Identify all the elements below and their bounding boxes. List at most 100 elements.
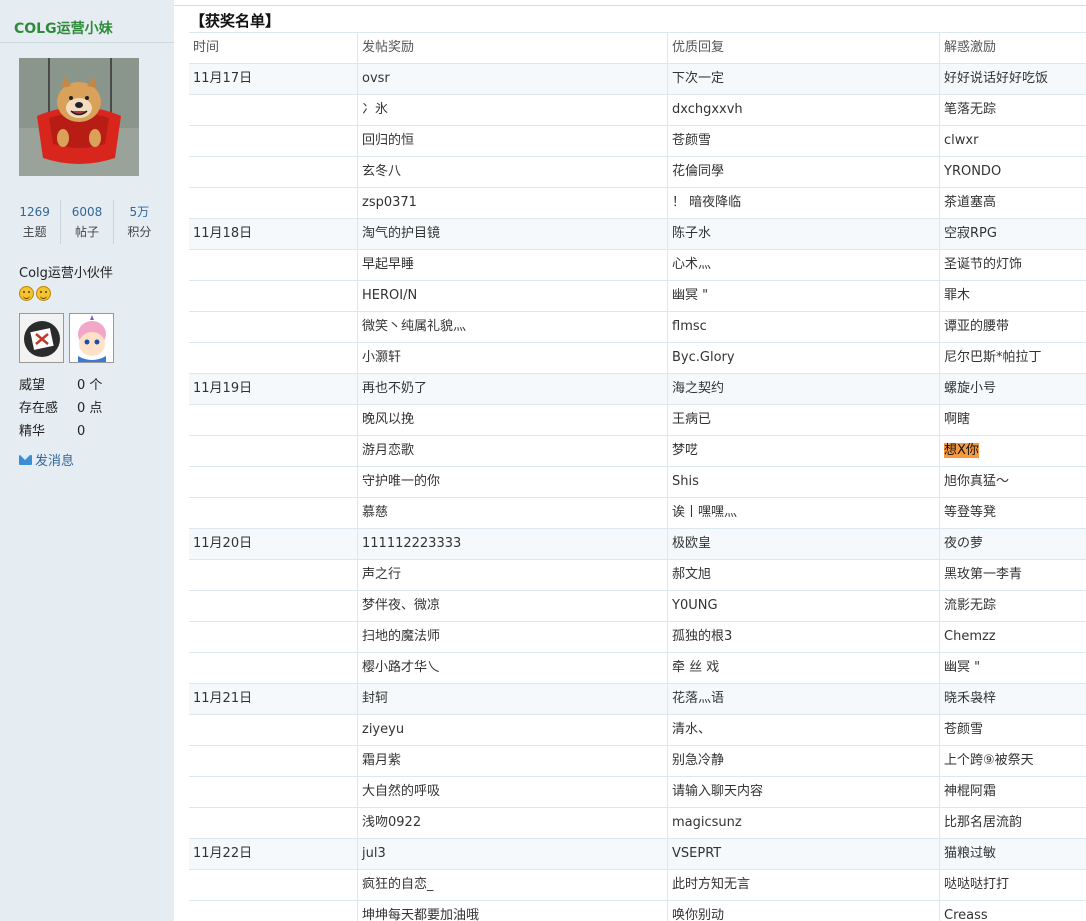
avatar[interactable] (19, 58, 139, 176)
cell-help-reward: 神棍阿霜 (939, 777, 1086, 807)
cell-post-reward: 微笑丶纯属礼貌灬 (357, 312, 667, 342)
medal-badge-icon[interactable] (19, 313, 64, 363)
cell-post-reward: ziyeyu (357, 715, 667, 745)
cell-help-reward: 旭你真猛～ (939, 467, 1086, 497)
stat-threads[interactable]: 1269 主题 (9, 200, 62, 244)
cell-date: 11月17日 (189, 64, 357, 94)
cell-post-reward: 111112223333 (357, 529, 667, 559)
stat-credits[interactable]: 5万 积分 (114, 200, 165, 244)
stat-posts-count[interactable]: 6008 (61, 202, 112, 222)
winner-name: dxchgxxvh (672, 102, 743, 117)
stat-credits-count[interactable]: 5万 (114, 202, 165, 222)
cell-date (189, 95, 357, 125)
cell-quality-reply: 牵 丝 戏 (667, 653, 939, 683)
cell-date (189, 467, 357, 497)
winner-name: 夜の萝 (944, 536, 984, 551)
table-row: 小灏轩 Byc.Glory 尼尔巴斯*帕拉丁 (189, 343, 1086, 374)
cell-date (189, 622, 357, 652)
table-row: 回归的恒 苍颜雪 clwxr (189, 126, 1086, 157)
cell-help-reward: 幽冥 " (939, 653, 1086, 683)
winner-name: 苍颜雪 (672, 133, 712, 148)
winner-name: VSEPRT (672, 846, 722, 861)
user-sidebar: COLG运营小妹 1269 主题 6008 帖子 5万 积分 Colg运营小伙伴… (0, 0, 174, 921)
table-row: 11月20日 111112223333 极欧皇 夜の萝 (189, 529, 1086, 560)
cell-date (189, 653, 357, 683)
winner-name: 花落灬语 (672, 691, 725, 706)
cell-post-reward: 声之行 (357, 560, 667, 590)
winner-name: 苍颜雪 (944, 722, 984, 737)
winner-name: zsp0371 (362, 195, 417, 210)
cell-date (189, 901, 357, 921)
send-message-link[interactable]: 发消息 (19, 450, 74, 469)
winner-name: 流影无踪 (944, 598, 997, 613)
avatar-dog-in-swing-image (19, 58, 139, 176)
cell-post-reward: 晚风以挽 (357, 405, 667, 435)
cell-quality-reply: 下次一定 (667, 64, 939, 94)
column-header-quality-reply: 优质回复 (667, 33, 939, 63)
winner-name: 唤你别动 (672, 908, 725, 921)
winner-name: 海之契约 (672, 381, 725, 396)
cell-quality-reply: 花倫同學 (667, 157, 939, 187)
cell-post-reward: zsp0371 (357, 188, 667, 218)
cell-help-reward: 夜の萝 (939, 529, 1086, 559)
user-info-list: 威望 0 个 存在感 0 点 精华 0 (19, 374, 102, 443)
cell-date (189, 715, 357, 745)
table-row: 11月22日 jul3 VSEPRT 猫粮过敏 (189, 839, 1086, 870)
cell-help-reward: 圣诞节的灯饰 (939, 250, 1086, 280)
cell-help-reward: Creass (939, 901, 1086, 921)
cell-post-reward: 早起早睡 (357, 250, 667, 280)
stat-posts[interactable]: 6008 帖子 (61, 200, 114, 244)
info-row-prestige: 威望 0 个 (19, 374, 102, 397)
table-row: zsp0371 ！ 暗夜降临 茶道塞高 (189, 188, 1086, 219)
cell-quality-reply: 苍颜雪 (667, 126, 939, 156)
winner-name: 猫粮过敏 (944, 846, 997, 861)
winner-name: 螺旋小号 (944, 381, 997, 396)
date-label: 11月22日 (193, 846, 253, 861)
winner-name: clwxr (944, 133, 979, 148)
cell-post-reward: 扫地的魔法师 (357, 622, 667, 652)
cell-date (189, 560, 357, 590)
cell-post-reward: 霜月紫 (357, 746, 667, 776)
date-label: 11月18日 (193, 226, 253, 241)
winner-name: 慕慈 (362, 505, 389, 520)
cell-date (189, 250, 357, 280)
winner-name: 梦呓 (672, 443, 699, 458)
winner-name: 扫地的魔法师 (362, 629, 441, 644)
cell-quality-reply: 花落灬语 (667, 684, 939, 714)
winner-name: 圣诞节的灯饰 (944, 257, 1023, 272)
cell-help-reward: 比那名居流韵 (939, 808, 1086, 838)
winner-name: 清水、 (672, 722, 712, 737)
username-link[interactable]: COLG运营小妹 (14, 18, 113, 38)
cell-help-reward: 啊瞎 (939, 405, 1086, 435)
column-header-help-reward: 解惑激励 (939, 33, 1086, 63)
table-row: 坤坤每天都要加油哦 唤你别动 Creass (189, 901, 1086, 921)
smiley-icon (36, 286, 51, 301)
winner-name: 陈子水 (672, 226, 712, 241)
cell-quality-reply: Byc.Glory (667, 343, 939, 373)
cell-post-reward: jul3 (357, 839, 667, 869)
table-row: 11月18日 淘气的护目镜 陈子水 空寂RPG (189, 219, 1086, 250)
cell-quality-reply: VSEPRT (667, 839, 939, 869)
info-key: 存在感 (19, 401, 59, 416)
cell-date (189, 405, 357, 435)
cell-post-reward: 玄冬八 (357, 157, 667, 187)
winner-name: 声之行 (362, 567, 402, 582)
cell-quality-reply: 极欧皇 (667, 529, 939, 559)
winner-name: 坤坤每天都要加油哦 (362, 908, 480, 921)
cell-help-reward: 哒哒哒打打 (939, 870, 1086, 900)
table-row: 11月19日 再也不奶了 海之契约 螺旋小号 (189, 374, 1086, 405)
medal-character-icon[interactable] (69, 313, 114, 363)
winner-name: 茶道塞高 (944, 195, 997, 210)
cell-help-reward: 上个跨⑨被祭天 (939, 746, 1086, 776)
table-row: 微笑丶纯属礼貌灬 flmsc 谭亚的腰带 (189, 312, 1086, 343)
info-value: 0 (77, 424, 86, 439)
cell-quality-reply: 心术灬 (667, 250, 939, 280)
table-row: 浅吻0922 magicsunz 比那名居流韵 (189, 808, 1086, 839)
stat-threads-count[interactable]: 1269 (9, 202, 60, 222)
table-row: 11月17日 ovsr 下次一定 好好说话好好吃饭 (189, 64, 1086, 95)
winner-name: ziyeyu (362, 722, 405, 737)
cell-help-reward: 笔落无踪 (939, 95, 1086, 125)
winner-name: 黑玫第一李青 (944, 567, 1023, 582)
winner-name: 请输入聊天内容 (672, 784, 764, 799)
cell-quality-reply: 唤你别动 (667, 901, 939, 921)
